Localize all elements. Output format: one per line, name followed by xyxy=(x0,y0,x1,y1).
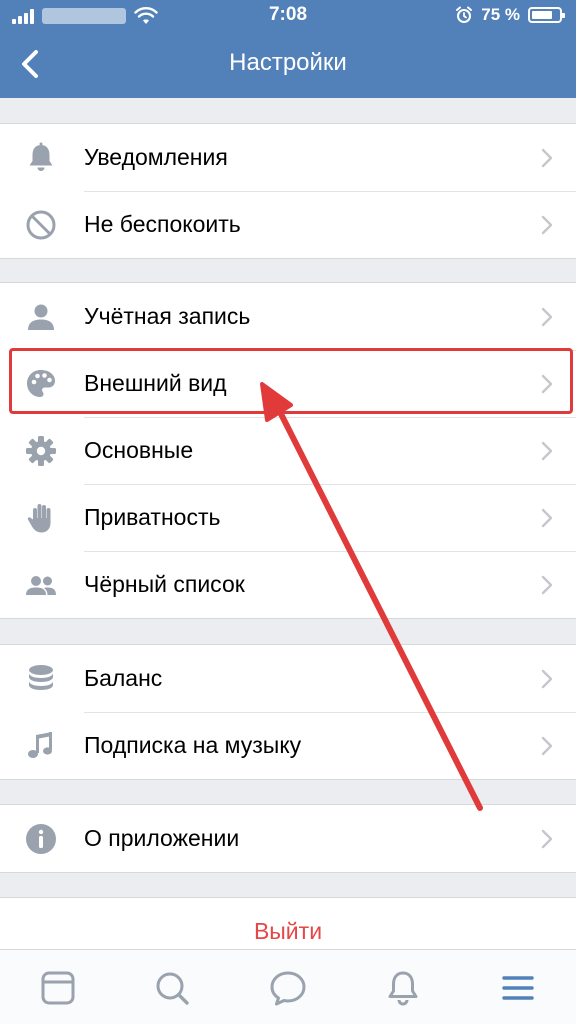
chevron-right-icon xyxy=(541,829,553,849)
chevron-right-icon xyxy=(541,736,553,756)
search-icon[interactable] xyxy=(152,968,192,1008)
chevron-right-icon xyxy=(541,508,553,528)
settings-item-label: Приватность xyxy=(84,504,221,530)
settings-item-label: Уведомления xyxy=(84,144,228,170)
tab-bar xyxy=(0,949,576,1024)
settings-item-privacy[interactable]: Приватность xyxy=(0,484,576,551)
messages-icon[interactable] xyxy=(268,968,308,1008)
settings-item-label: Подписка на музыку xyxy=(84,732,302,758)
coins-icon xyxy=(29,665,53,690)
status-right: 75 % xyxy=(455,5,565,25)
settings-item-blacklist[interactable]: Чёрный список xyxy=(0,551,576,618)
do-not-disturb-icon xyxy=(26,210,56,240)
settings-section-1: Уведомления Не беспокоить xyxy=(0,123,576,259)
settings-item-balance[interactable]: Баланс xyxy=(0,645,576,712)
settings-item-do-not-disturb[interactable]: Не беспокоить xyxy=(0,191,576,258)
battery-icon xyxy=(528,7,565,23)
settings-item-label: О приложении xyxy=(84,825,240,851)
settings-item-about[interactable]: О приложении xyxy=(0,805,576,872)
music-note-icon xyxy=(28,732,52,758)
battery-fill xyxy=(532,11,552,19)
settings-section-4: О приложении xyxy=(0,804,576,873)
settings-item-label: Учётная запись xyxy=(84,303,251,329)
page-title: Настройки xyxy=(229,49,347,76)
navigation-bar: Настройки xyxy=(0,32,576,98)
settings-item-music-subscription[interactable]: Подписка на музыку xyxy=(0,712,576,779)
settings-item-label: Баланс xyxy=(84,665,163,691)
settings-section-2: Учётная запись Внешний вид Основные Прив… xyxy=(0,282,576,619)
gear-icon xyxy=(26,436,56,466)
news-icon[interactable] xyxy=(38,968,78,1008)
chevron-right-icon xyxy=(541,575,553,595)
chevron-right-icon xyxy=(541,374,553,394)
settings-item-notifications[interactable]: Уведомления xyxy=(0,124,576,191)
settings-item-label: Не беспокоить xyxy=(84,211,241,237)
settings-item-appearance[interactable]: Внешний вид xyxy=(0,350,576,417)
settings-item-label: Основные xyxy=(84,437,194,463)
chevron-right-icon xyxy=(541,307,553,327)
user-icon xyxy=(28,304,54,330)
alarm-icon xyxy=(456,6,473,23)
bell-icon xyxy=(29,142,53,171)
menu-icon[interactable] xyxy=(498,968,538,1008)
settings-item-account[interactable]: Учётная запись xyxy=(0,283,576,350)
info-icon xyxy=(26,824,56,854)
users-icon xyxy=(26,576,56,595)
chevron-right-icon xyxy=(541,441,553,461)
logout-label: Выйти xyxy=(253,918,323,944)
status-bar: 7:08 75 % xyxy=(0,0,576,32)
chevron-right-icon xyxy=(541,148,553,168)
notifications-icon[interactable] xyxy=(383,968,423,1008)
settings-item-label: Чёрный список xyxy=(84,571,245,597)
logout-button[interactable]: Выйти xyxy=(0,897,576,953)
hand-icon xyxy=(27,504,51,533)
palette-icon xyxy=(27,370,55,397)
chevron-right-icon xyxy=(541,215,553,235)
settings-item-label: Внешний вид xyxy=(84,370,227,396)
chevron-right-icon xyxy=(541,669,553,689)
battery-percentage: 75 % xyxy=(481,5,520,24)
settings-section-3: Баланс Подписка на музыку xyxy=(0,644,576,780)
settings-item-general[interactable]: Основные xyxy=(0,417,576,484)
